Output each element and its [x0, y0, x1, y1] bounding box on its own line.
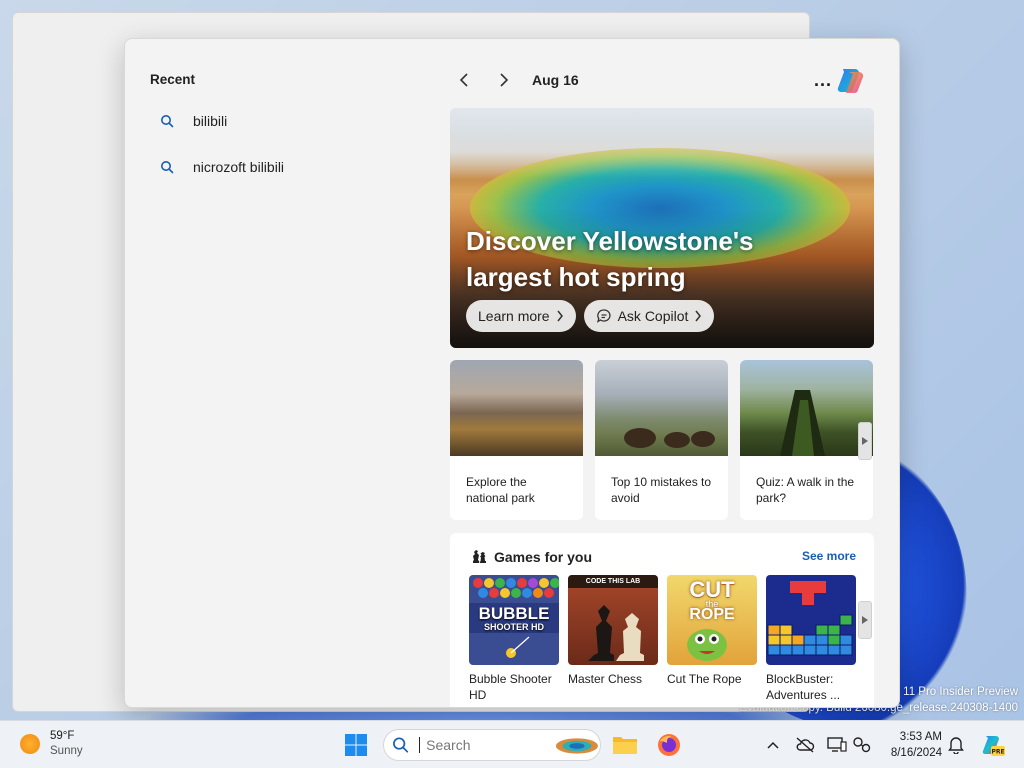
taskbar-search-box[interactable]: [383, 729, 601, 761]
highlights-topbar: Aug 16 ...: [450, 65, 880, 95]
blockbuster-thumbnail: [766, 575, 856, 665]
card-explore-park[interactable]: Explore the national park: [450, 360, 583, 520]
card-caption: Explore the national park: [466, 475, 535, 505]
recent-item-nicrozoft-bilibili[interactable]: nicrozoft bilibili: [157, 149, 284, 185]
canyon-image: [740, 360, 873, 456]
card-caption: Quiz: A walk in the park?: [756, 475, 855, 505]
hero-title: Discover Yellowstone's largest hot sprin…: [466, 226, 754, 292]
clock[interactable]: 3:53 AM 8/16/2024: [884, 729, 942, 761]
next-day-button[interactable]: [490, 66, 518, 94]
game-master-chess[interactable]: CODE THIS LAB Master Chess: [568, 575, 658, 687]
steam-overlay: [450, 108, 874, 178]
copilot-pre-icon: PRE: [982, 736, 1005, 756]
hero-actions: Learn more Ask Copilot: [466, 300, 715, 332]
hero-card-yellowstone[interactable]: Discover Yellowstone's largest hot sprin…: [450, 108, 874, 348]
start-button[interactable]: [340, 729, 372, 761]
file-explorer-button[interactable]: [609, 729, 641, 761]
caret-right-icon: [862, 437, 868, 445]
copilot-icon[interactable]: [835, 63, 869, 97]
card-caption: Top 10 mistakes to avoid: [611, 475, 712, 505]
ask-copilot-button[interactable]: Ask Copilot: [583, 300, 715, 332]
cards-scroll-right-button[interactable]: [858, 422, 872, 460]
bubble-shooter-thumbnail: BUBBLE SHOOTER HD: [469, 575, 559, 665]
master-chess-thumbnail: CODE THIS LAB: [568, 575, 658, 665]
chevron-right-icon: [500, 73, 509, 87]
weather-temperature: 59°F: [50, 730, 75, 742]
bell-icon: [948, 737, 964, 754]
ask-copilot-label: Ask Copilot: [617, 308, 689, 324]
clock-date: 8/16/2024: [890, 747, 942, 759]
weather-condition: Sunny: [50, 745, 83, 757]
chevron-right-icon: [557, 310, 563, 322]
search-icon: [393, 737, 409, 753]
chess-piece-icon: [473, 550, 486, 563]
card-quiz[interactable]: Quiz: A walk in the park?: [740, 360, 873, 520]
cloud-off-icon: [796, 737, 815, 753]
game-name: Bubble Shooter HD: [469, 672, 552, 702]
onedrive-button[interactable]: [793, 733, 817, 757]
game-name: BlockBuster: Adventures ...: [766, 672, 841, 702]
search-icon: [157, 111, 177, 131]
firefox-icon: [658, 734, 680, 756]
game-name: Cut The Rope: [667, 672, 742, 686]
thumb-title: BUBBLE: [478, 604, 550, 623]
mountain-image: [450, 360, 583, 456]
hot-spring-search-highlight-icon: [556, 738, 599, 754]
clock-time: 3:53 AM: [899, 731, 942, 743]
windows-logo-icon: [345, 734, 367, 756]
search-panel: Recent bilibili nicrozoft bilibili Aug 1…: [124, 38, 900, 708]
caret-right-icon: [862, 616, 868, 624]
thumb-subtitle: SHOOTER HD: [483, 622, 544, 632]
highlight-date: Aug 16: [532, 72, 579, 88]
game-name: Master Chess: [568, 672, 643, 686]
monitor-network-icon: [827, 737, 847, 752]
see-more-link[interactable]: See more: [802, 549, 856, 563]
game-bubble-shooter[interactable]: BUBBLE SHOOTER HD Bubble Shooter HD: [469, 575, 559, 703]
game-cut-the-rope[interactable]: CUT the ROPE Cut The Rope: [667, 575, 757, 687]
recent-item-label: nicrozoft bilibili: [193, 159, 285, 175]
accessibility-button[interactable]: [850, 733, 874, 757]
copilot-taskbar-button[interactable]: PRE: [979, 731, 1007, 759]
taskbar: 59°F Sunny Search 3:53 AM 8/16/2024 PRE: [0, 720, 1024, 768]
learn-more-button[interactable]: Learn more: [466, 300, 576, 332]
card-top-mistakes[interactable]: Top 10 mistakes to avoid: [595, 360, 728, 520]
games-title: Games for you: [494, 549, 593, 565]
recent-item-bilibili[interactable]: bilibili: [157, 103, 227, 139]
previous-day-button[interactable]: [450, 66, 478, 94]
games-scroll-right-button[interactable]: [858, 601, 872, 639]
sun-icon: [20, 734, 40, 754]
folder-icon: [613, 737, 637, 754]
learn-more-label: Learn more: [478, 308, 550, 324]
more-options-button[interactable]: ...: [808, 65, 838, 95]
location-settings-icon: [853, 737, 871, 753]
show-hidden-icons-button[interactable]: [761, 733, 785, 757]
chevron-up-icon: [767, 741, 779, 749]
bison-image: [595, 360, 728, 456]
recent-heading: Recent: [150, 72, 196, 87]
chevron-left-icon: [459, 73, 468, 87]
chat-bubble-icon: [596, 309, 611, 323]
recent-item-label: bilibili: [193, 113, 228, 129]
highlight-cards: Explore the national park Top 10 mistake…: [450, 360, 873, 520]
search-input[interactable]: [426, 737, 547, 753]
text-caret: [419, 737, 421, 753]
notifications-button[interactable]: [944, 733, 968, 757]
chevron-right-icon: [695, 310, 702, 322]
games-section: Games for you See more BUBBLE SHOOTER HD…: [450, 533, 874, 707]
search-icon: [157, 157, 177, 177]
cut-the-rope-thumbnail: CUT the ROPE: [667, 575, 757, 665]
svg-text:PRE: PRE: [991, 749, 1004, 756]
firefox-button[interactable]: [653, 729, 685, 761]
network-button[interactable]: [825, 733, 849, 757]
weather-widget[interactable]: 59°F Sunny: [20, 729, 83, 759]
game-blockbuster[interactable]: BlockBuster: Adventures ...: [766, 575, 856, 703]
